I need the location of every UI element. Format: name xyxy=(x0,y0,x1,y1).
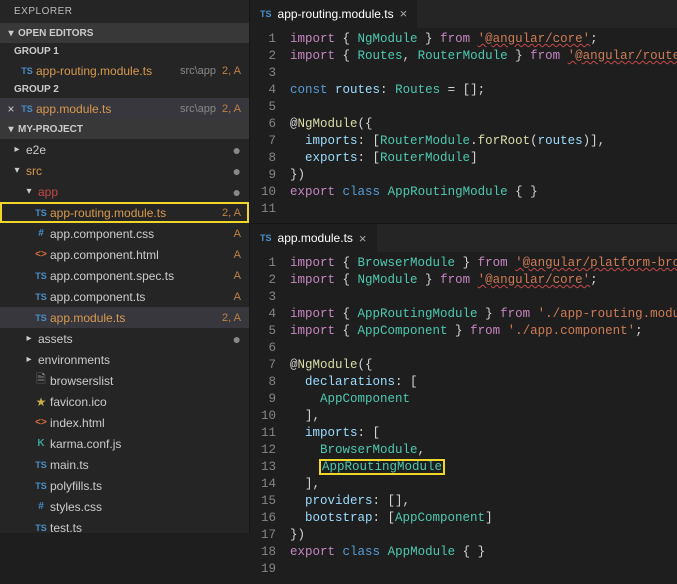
tab-label: app.module.ts xyxy=(278,231,353,245)
favicon-icon: ★ xyxy=(32,395,50,409)
tree-file-styles[interactable]: #styles.css xyxy=(0,496,249,517)
tree-file-main[interactable]: TSmain.ts xyxy=(0,454,249,475)
open-editors-header[interactable]: ▾ OPEN EDITORS xyxy=(0,23,249,43)
tree-file-index[interactable]: <>index.html xyxy=(0,412,249,433)
open-editor-1-path: src\app xyxy=(180,65,216,77)
tree-file-test[interactable]: TStest.ts xyxy=(0,517,249,533)
group-1-label: GROUP 1 xyxy=(0,43,249,60)
chevron-right-icon: ▸ xyxy=(20,354,38,365)
tree-folder-assets[interactable]: ▸assets● xyxy=(0,328,249,349)
tree-folder-app[interactable]: ▾app● xyxy=(0,181,249,202)
typescript-icon: TS xyxy=(18,66,36,76)
tree-file-app-spec[interactable]: TSapp.component.spec.tsA xyxy=(0,265,249,286)
typescript-icon: TS xyxy=(32,313,50,323)
code-area-bottom[interactable]: 12345678910111213141516171819 import { B… xyxy=(250,252,677,584)
open-editor-2-name: app.module.ts xyxy=(36,102,176,116)
chevron-right-icon: ▸ xyxy=(8,144,26,155)
typescript-icon: TS xyxy=(32,292,50,302)
tab-bar-bottom: TS app.module.ts × xyxy=(250,224,677,252)
close-icon[interactable]: × xyxy=(400,6,408,21)
code-content-bottom: import { BrowserModule } from '@angular/… xyxy=(290,255,677,578)
typescript-icon: TS xyxy=(32,523,50,533)
open-editor-2-path: src\app xyxy=(180,103,216,115)
html-icon: <> xyxy=(32,417,50,428)
tree-folder-e2e[interactable]: ▸e2e● xyxy=(0,139,249,160)
tab-app-routing[interactable]: TS app-routing.module.ts × xyxy=(250,0,418,28)
karma-icon: K xyxy=(32,438,50,449)
chevron-down-icon: ▾ xyxy=(4,124,18,135)
typescript-icon: TS xyxy=(32,460,50,470)
tree-file-app-routing[interactable]: TSapp-routing.module.ts2, A xyxy=(0,202,249,223)
file-tree: ▸e2e● ▾src● ▾app● TSapp-routing.module.t… xyxy=(0,139,249,533)
file-icon: 🗎 xyxy=(32,370,50,391)
typescript-icon: TS xyxy=(32,481,50,491)
chevron-down-icon: ▾ xyxy=(20,186,38,197)
chevron-down-icon: ▾ xyxy=(4,28,18,39)
dirty-dot-icon: ● xyxy=(227,185,241,199)
dirty-dot-icon: ● xyxy=(227,164,241,178)
line-gutter: 1234567891011 xyxy=(250,31,290,217)
tab-label: app-routing.module.ts xyxy=(278,7,394,21)
typescript-icon: TS xyxy=(260,9,272,19)
code-content-top: import { NgModule } from '@angular/core'… xyxy=(290,31,677,217)
open-editor-1-name: app-routing.module.ts xyxy=(36,64,176,78)
css-icon: # xyxy=(32,501,50,512)
editor-area: TS app-routing.module.ts × 1234567891011… xyxy=(250,0,677,533)
css-icon: # xyxy=(32,228,50,239)
chevron-right-icon: ▸ xyxy=(20,333,38,344)
editor-pane-top: TS app-routing.module.ts × 1234567891011… xyxy=(250,0,677,224)
close-icon[interactable]: × xyxy=(4,102,18,116)
tree-file-app-css[interactable]: #app.component.cssA xyxy=(0,223,249,244)
tree-file-browserslist[interactable]: 🗎browserslist xyxy=(0,370,249,391)
project-header[interactable]: ▾ MY-PROJECT xyxy=(0,119,249,139)
tree-file-app-component[interactable]: TSapp.component.tsA xyxy=(0,286,249,307)
typescript-icon: TS xyxy=(260,233,272,243)
chevron-down-icon: ▾ xyxy=(8,165,26,176)
tree-folder-environments[interactable]: ▸environments xyxy=(0,349,249,370)
project-name: MY-PROJECT xyxy=(18,124,83,135)
tree-file-karma[interactable]: Kkarma.conf.js xyxy=(0,433,249,454)
html-icon: <> xyxy=(32,249,50,260)
tree-file-app-html[interactable]: <>app.component.htmlA xyxy=(0,244,249,265)
open-editor-1[interactable]: TS app-routing.module.ts src\app 2, A xyxy=(0,60,249,81)
open-editors-label: OPEN EDITORS xyxy=(18,28,93,39)
tree-file-app-module[interactable]: TSapp.module.ts2, A xyxy=(0,307,249,328)
typescript-icon: TS xyxy=(32,271,50,281)
line-gutter: 12345678910111213141516171819 xyxy=(250,255,290,578)
open-editor-2-badge: 2, A xyxy=(216,103,241,115)
dirty-dot-icon: ● xyxy=(227,143,241,157)
tree-file-favicon[interactable]: ★favicon.ico xyxy=(0,391,249,412)
dirty-dot-icon: ● xyxy=(227,332,241,346)
group-2-label: GROUP 2 xyxy=(0,81,249,98)
tree-folder-src[interactable]: ▾src● xyxy=(0,160,249,181)
open-editor-1-badge: 2, A xyxy=(216,65,241,77)
editor-pane-bottom: TS app.module.ts × 123456789101112131415… xyxy=(250,224,677,584)
tab-app-module[interactable]: TS app.module.ts × xyxy=(250,224,378,252)
open-editor-2[interactable]: × TS app.module.ts src\app 2, A xyxy=(0,98,249,119)
code-area-top[interactable]: 1234567891011 import { NgModule } from '… xyxy=(250,28,677,223)
typescript-icon: TS xyxy=(32,208,50,218)
highlighted-approutingmodule: AppRoutingModule xyxy=(320,460,444,474)
typescript-icon: TS xyxy=(18,104,36,114)
tab-bar-top: TS app-routing.module.ts × xyxy=(250,0,677,28)
tree-file-polyfills[interactable]: TSpolyfills.ts xyxy=(0,475,249,496)
explorer-sidebar: EXPLORER ▾ OPEN EDITORS GROUP 1 TS app-r… xyxy=(0,0,250,533)
close-icon[interactable]: × xyxy=(359,231,367,246)
explorer-title: EXPLORER xyxy=(0,0,249,23)
